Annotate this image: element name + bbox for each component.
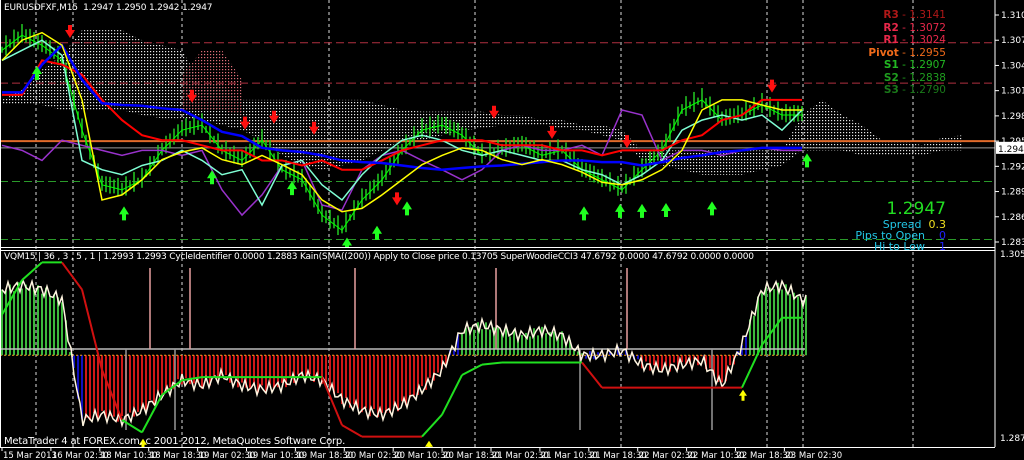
pivot-level-name: R2: [883, 21, 899, 34]
trend-line-segment: [421, 414, 443, 438]
pivot-level-value: - 1.3024: [898, 34, 946, 46]
buy-arrow-icon: [579, 206, 589, 221]
price-tick-label: 1.2835: [1001, 238, 1024, 248]
main-plot: [0, 24, 995, 247]
trend-line-segment: [341, 424, 363, 438]
pivot-level-value: - 1.2838: [898, 71, 946, 84]
buy-arrow-icon: [707, 201, 717, 216]
trend-line-segment: [481, 361, 503, 366]
trend-line-segment: [61, 261, 83, 291]
pivot-level-value: - 1.2907: [898, 59, 946, 71]
hi-to-low-value: 1: [939, 240, 946, 253]
pivot-level-name: Pivot: [868, 46, 899, 59]
buy-arrow-icon: [402, 201, 412, 216]
pivot-level-value: - 1.2790: [898, 84, 946, 96]
indicator-header: VQM15 | 36 , 3 , 5 , 1 | 1.2993 1.2993 C…: [4, 252, 754, 262]
time-label: 23 Mar 02:30: [785, 451, 842, 460]
price-tick-label: 1.2865: [1001, 213, 1024, 223]
pivot-label-s1: S1 - 1.2907: [884, 59, 946, 71]
current-price-axis-label: 1.2947: [998, 145, 1024, 155]
hilo-row: Hi to Low 1: [874, 240, 946, 253]
pivot-label-r1: R1 - 1.3024: [883, 34, 946, 46]
price-tick-label: 1.2985: [1001, 112, 1024, 122]
trend-line-segment: [121, 419, 143, 434]
time-label: 15 Mar 2013: [3, 451, 57, 460]
symbol-label: EURUSDFXF,M15: [4, 3, 78, 13]
pivot-label-pivot: Pivot - 1.2955: [868, 47, 946, 59]
price-tick-label: 1.3045: [1001, 61, 1024, 71]
current-price: 1.2947: [886, 199, 946, 219]
chart-header: EURUSDFXF,M15 1.2947 1.2950 1.2942 1.294…: [4, 3, 212, 13]
trend-line-segment: [21, 261, 43, 281]
copyright-label: MetaTrader 4 at FOREX.com, c 2001-2012, …: [4, 436, 346, 447]
price-tick-label: 1.3075: [1001, 36, 1024, 46]
buy-arrow-icon: [287, 181, 297, 196]
pivot-level-name: S1: [883, 59, 899, 71]
buy-arrow-icon: [802, 153, 812, 168]
pivot-label-r3: R3 - 1.3141: [883, 9, 946, 21]
pivot-level-name: R3: [883, 9, 899, 21]
price-tick-label: 1.2925: [1001, 162, 1024, 172]
pivot-level-value: - 1.2955: [898, 46, 946, 59]
buy-arrow-icon: [119, 206, 129, 221]
price-tick-label: 1.3105: [1001, 11, 1024, 21]
indicator-tick-label: 1.2872: [1000, 434, 1024, 444]
pivot-level-value: - 1.3072: [898, 21, 946, 34]
buy-arrow-icon: [615, 203, 625, 218]
indicator-plot: [0, 261, 807, 447]
pivot-label-r2: R2 - 1.3072: [883, 22, 946, 34]
trend-line-segment: [441, 374, 463, 416]
pivot-level-name: S2: [883, 71, 899, 84]
price-tick-label: 1.3015: [1001, 87, 1024, 97]
buy-arrow-icon: [372, 225, 382, 240]
trend-line-segment: [581, 361, 603, 389]
buy-arrow-icon: [207, 170, 217, 185]
pivot-level-name: S3: [883, 84, 899, 96]
pivot-level-value: - 1.3141: [898, 9, 946, 21]
pivot-level-name: R1: [883, 34, 899, 46]
buy-arrow-icon: [739, 389, 747, 401]
hi-to-low-label: Hi to Low: [873, 240, 925, 253]
pivot-label-s3: S3 - 1.2790: [884, 84, 946, 96]
pivot-label-s2: S2 - 1.2838: [884, 72, 946, 84]
sell-arrow-icon: [547, 125, 557, 139]
trend-line-segment: [461, 363, 483, 376]
sell-arrow-icon: [767, 79, 777, 93]
indicator-tick-label: 1.3057: [1000, 250, 1024, 260]
buy-arrow-icon: [661, 202, 671, 217]
ohlc-values: 1.2947 1.2950 1.2942 1.2947: [83, 3, 213, 13]
buy-arrow-icon: [637, 203, 647, 218]
sell-arrow-icon: [392, 192, 402, 206]
price-tick-label: 1.2895: [1001, 188, 1024, 198]
